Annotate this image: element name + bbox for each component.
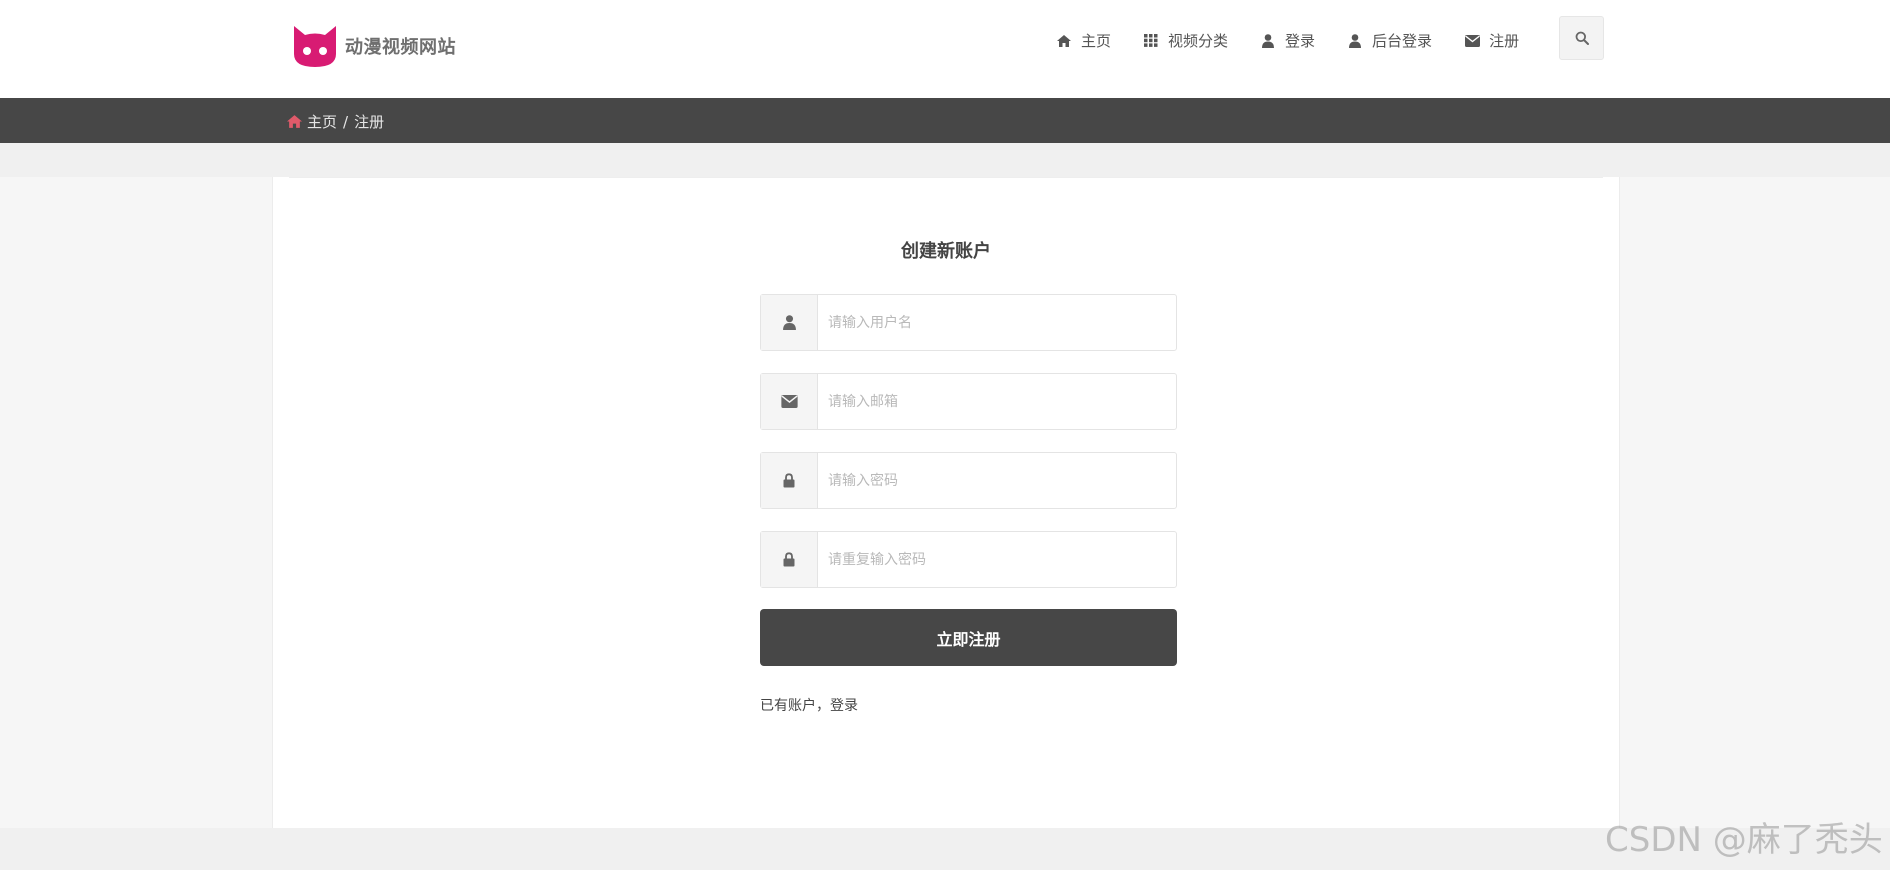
nav-item-home[interactable]: 主页 bbox=[1056, 30, 1111, 51]
grid-icon bbox=[1143, 33, 1159, 49]
breadcrumb-current: 注册 bbox=[354, 113, 385, 131]
nav-item-label: 注册 bbox=[1489, 32, 1520, 50]
email-field bbox=[760, 373, 1177, 430]
nav-item-register[interactable]: 注册 bbox=[1464, 30, 1519, 51]
user-icon bbox=[1260, 33, 1276, 49]
envelope-icon bbox=[1464, 33, 1480, 49]
nav-item-label: 后台登录 bbox=[1372, 32, 1433, 50]
password-field bbox=[760, 452, 1177, 509]
home-icon bbox=[1056, 33, 1072, 49]
login-prompt-text: 已有账户， bbox=[760, 698, 830, 714]
email-input[interactable] bbox=[818, 374, 1176, 429]
search-button[interactable] bbox=[1559, 16, 1604, 60]
password-input[interactable] bbox=[818, 453, 1176, 508]
register-button[interactable]: 立即注册 bbox=[760, 609, 1177, 666]
breadcrumb-separator: / bbox=[343, 112, 349, 131]
envelope-icon bbox=[761, 374, 818, 429]
site-header: 动漫视频网站 主页 视频分类 登录 后台登录 注册 bbox=[0, 0, 1890, 98]
login-hint: 已有账户，登录 bbox=[760, 695, 858, 715]
lock-icon bbox=[761, 453, 818, 508]
page-title: 创建新账户 bbox=[901, 241, 991, 262]
cat-logo-icon bbox=[294, 26, 336, 67]
nav-item-admin-login[interactable]: 后台登录 bbox=[1347, 30, 1432, 51]
breadcrumb-bar: 主页 / 注册 bbox=[0, 98, 1890, 143]
nav-item-label: 登录 bbox=[1285, 32, 1316, 50]
site-name: 动漫视频网站 bbox=[345, 37, 456, 58]
user-icon bbox=[1347, 33, 1363, 49]
search-icon bbox=[1575, 31, 1589, 45]
site-logo[interactable]: 动漫视频网站 bbox=[291, 24, 456, 68]
breadcrumb-home-link[interactable]: 主页 bbox=[307, 111, 337, 132]
confirm-password-input[interactable] bbox=[818, 532, 1176, 587]
nav-item-login[interactable]: 登录 bbox=[1260, 30, 1315, 51]
username-field bbox=[760, 294, 1177, 351]
card-divider bbox=[289, 177, 1603, 178]
watermark: CSDN @麻了秃头 bbox=[1605, 820, 1883, 860]
home-icon bbox=[287, 114, 302, 129]
main-nav: 主页 视频分类 登录 后台登录 注册 bbox=[1056, 30, 1519, 51]
login-link[interactable]: 登录 bbox=[830, 698, 858, 714]
nav-item-categories[interactable]: 视频分类 bbox=[1143, 30, 1228, 51]
username-input[interactable] bbox=[818, 295, 1176, 350]
user-icon bbox=[761, 295, 818, 350]
page-band-top bbox=[0, 143, 1890, 177]
nav-item-label: 视频分类 bbox=[1168, 32, 1229, 50]
confirm-password-field bbox=[760, 531, 1177, 588]
register-card: 创建新账户 立即注册 已有账户，登录 bbox=[272, 177, 1620, 828]
lock-icon bbox=[761, 532, 818, 587]
breadcrumb: 主页 / 注册 bbox=[287, 111, 384, 132]
nav-item-label: 主页 bbox=[1081, 32, 1112, 50]
